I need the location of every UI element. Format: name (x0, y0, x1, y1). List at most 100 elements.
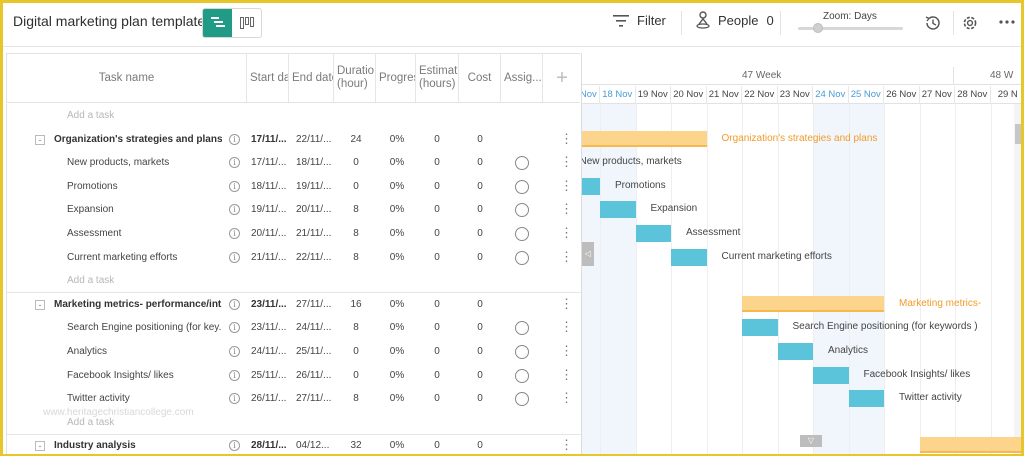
table-row[interactable]: Expansion i 19/11/... 20/11/... 8 0% 0 0 ⋮ (7, 198, 581, 222)
end-date[interactable]: 27/11/... (296, 293, 336, 317)
info-icon[interactable]: i (229, 180, 240, 192)
project-row[interactable]: - Organization's strategies and plans i 17/… (7, 128, 581, 152)
start-date[interactable]: 24/11/... (251, 340, 291, 364)
task-name[interactable]: Promotions (67, 175, 222, 199)
info-icon[interactable]: i (229, 369, 240, 381)
duration-value[interactable]: 8 (337, 222, 375, 246)
estimate-value[interactable]: 0 (419, 128, 455, 152)
cost-value[interactable]: 0 (461, 246, 499, 270)
progress-value[interactable]: 0% (379, 128, 415, 152)
task-name[interactable]: Search Engine positioning (for key... (67, 316, 222, 340)
info-icon[interactable]: i (229, 298, 240, 310)
table-row[interactable]: Assessment i 20/11/... 21/11/... 8 0% 0 0 ⋮ (7, 222, 581, 246)
row-menu-icon[interactable]: ⋮ (560, 340, 573, 364)
end-date[interactable]: 22/11/... (296, 246, 336, 270)
assign-avatar-placeholder[interactable] (515, 392, 529, 407)
end-date[interactable]: 25/11/... (296, 340, 336, 364)
more-icon[interactable] (999, 20, 1015, 24)
assign-avatar-placeholder[interactable] (515, 250, 529, 265)
progress-value[interactable]: 0% (379, 364, 415, 388)
table-row[interactable]: Current marketing efforts i 21/11/... 22/11… (7, 246, 581, 270)
task-name[interactable]: New products, markets (67, 151, 222, 175)
start-date[interactable]: 26/11/... (251, 387, 291, 411)
column-header-progress[interactable]: Progres (376, 54, 416, 102)
column-header-cost[interactable]: Cost (459, 54, 501, 102)
estimate-value[interactable]: 0 (419, 246, 455, 270)
duration-value[interactable]: 8 (337, 316, 375, 340)
assign-avatar-placeholder[interactable] (515, 203, 529, 218)
task-name[interactable]: Facebook Insights/ likes (67, 364, 222, 388)
estimate-value[interactable]: 0 (419, 434, 455, 454)
board-view-button[interactable] (232, 9, 261, 37)
progress-value[interactable]: 0% (379, 175, 415, 199)
add-task-row[interactable]: Add a task (7, 269, 581, 294)
start-date[interactable]: 20/11/... (251, 222, 291, 246)
cost-value[interactable]: 0 (461, 151, 499, 175)
progress-value[interactable]: 0% (379, 434, 415, 454)
column-header-end-date[interactable]: End date (289, 54, 334, 102)
cost-value[interactable]: 0 (461, 316, 499, 340)
start-date[interactable]: 17/11/... (251, 128, 291, 152)
vertical-scrollbar[interactable] (1014, 104, 1021, 454)
info-icon[interactable]: i (229, 393, 240, 405)
task-name[interactable]: Marketing metrics- performance/int... (54, 293, 222, 317)
collapse-toggle[interactable]: - (35, 299, 45, 310)
table-row[interactable]: Promotions i 18/11/... 19/11/... 0 0% 0 0 ⋮ (7, 175, 581, 199)
row-menu-icon[interactable]: ⋮ (560, 434, 573, 454)
column-header-start-date[interactable]: Start dat (247, 54, 289, 102)
project-row[interactable]: - Industry analysis i 28/11/... 04/12... 32 0%… (7, 434, 581, 454)
assign-avatar-placeholder[interactable] (515, 156, 529, 171)
duration-value[interactable]: 8 (337, 387, 375, 411)
scroll-left-nub[interactable]: ◁ (582, 241, 594, 266)
add-column-icon[interactable]: + (543, 54, 581, 102)
row-menu-icon[interactable]: ⋮ (560, 387, 573, 411)
progress-value[interactable]: 0% (379, 222, 415, 246)
start-date[interactable]: 28/11/... (251, 434, 291, 454)
progress-value[interactable]: 0% (379, 198, 415, 222)
progress-value[interactable]: 0% (379, 340, 415, 364)
task-bar[interactable] (671, 248, 707, 266)
progress-value[interactable]: 0% (379, 316, 415, 340)
task-bar[interactable] (813, 366, 849, 384)
end-date[interactable]: 18/11/... (296, 151, 336, 175)
column-header-assigned[interactable]: Assig... (501, 54, 543, 102)
duration-value[interactable]: 0 (337, 340, 375, 364)
gantt-view-button[interactable] (203, 9, 232, 37)
task-bar[interactable] (635, 225, 671, 242)
progress-value[interactable]: 0% (379, 387, 415, 411)
end-date[interactable]: 21/11/... (296, 222, 336, 246)
duration-value[interactable]: 32 (337, 434, 375, 454)
cost-value[interactable]: 0 (461, 198, 499, 222)
gear-icon[interactable] (961, 14, 979, 32)
end-date[interactable]: 22/11/... (296, 128, 336, 152)
duration-value[interactable]: 16 (337, 293, 375, 317)
table-row[interactable]: Facebook Insights/ likes i 25/11/... 26/11/… (7, 364, 581, 388)
assign-avatar-placeholder[interactable] (515, 368, 529, 383)
project-bar[interactable] (742, 295, 884, 312)
info-icon[interactable]: i (229, 251, 240, 263)
filter-button[interactable]: Filter (613, 13, 666, 28)
info-icon[interactable]: i (229, 133, 240, 145)
duration-value[interactable]: 8 (337, 198, 375, 222)
start-date[interactable]: 23/11/... (251, 316, 291, 340)
start-date[interactable]: 25/11/... (251, 364, 291, 388)
table-row[interactable]: Analytics i 24/11/... 25/11/... 0 0% 0 0 ⋮ (7, 340, 581, 364)
estimate-value[interactable]: 0 (419, 198, 455, 222)
start-date[interactable]: 17/11/... (251, 151, 291, 175)
assign-avatar-placeholder[interactable] (515, 321, 529, 336)
duration-value[interactable]: 24 (337, 128, 375, 152)
cost-value[interactable]: 0 (461, 128, 499, 152)
task-name[interactable]: Analytics (67, 340, 222, 364)
column-header-task-name[interactable]: Task name (7, 54, 247, 102)
task-name[interactable]: Organization's strategies and plans (54, 128, 222, 152)
estimate-value[interactable]: 0 (419, 293, 455, 317)
end-date[interactable]: 04/12... (296, 434, 336, 454)
row-menu-icon[interactable]: ⋮ (560, 151, 573, 175)
add-task-link[interactable]: Add a task (67, 269, 114, 293)
cost-value[interactable]: 0 (461, 364, 499, 388)
collapse-toggle[interactable]: - (35, 441, 45, 452)
duration-value[interactable]: 0 (337, 364, 375, 388)
cost-value[interactable]: 0 (461, 222, 499, 246)
scroll-down-nub[interactable]: ▽ (800, 435, 822, 448)
assign-avatar-placeholder[interactable] (515, 227, 529, 241)
